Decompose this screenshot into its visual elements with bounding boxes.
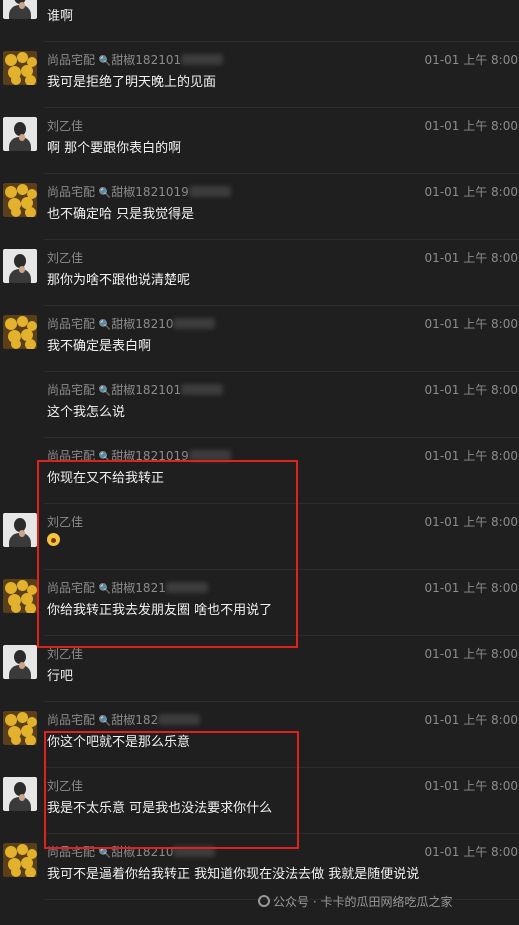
sender-label: 尚品宅配	[47, 53, 96, 67]
sender-name[interactable]: 尚品宅配 🔍甜椒18210	[47, 315, 216, 332]
flower-avatar[interactable]	[3, 315, 37, 349]
redacted-blur	[181, 384, 224, 395]
message-time: 01-01 上午 8:00	[424, 383, 518, 397]
sender-label: 刘乙佳	[47, 119, 84, 133]
redacted-blur	[173, 318, 216, 329]
redacted-blur	[158, 714, 201, 725]
person-avatar[interactable]	[3, 645, 37, 679]
sender-tag: 甜椒182	[111, 713, 159, 727]
message-text: 我可不是逼着你给我转正 我知道你现在没法去做 我就是随便说说	[47, 867, 420, 882]
message-time: 01-01 上午 8:00	[424, 845, 518, 859]
message-text: 谁啊	[47, 9, 74, 24]
person-avatar[interactable]	[3, 513, 37, 547]
message-time: 01-01 上午 8:00	[424, 185, 518, 199]
message-time: 01-01 上午 8:00	[424, 119, 518, 133]
sender-name[interactable]: 尚品宅配 🔍甜椒182101	[47, 381, 224, 398]
message-row[interactable]: 刘乙佳 01-01 上午 8:00 那你为啥不跟他说清楚呢	[0, 240, 519, 306]
redacted-blur	[181, 54, 224, 65]
sender-name[interactable]: 尚品宅配 🔍甜椒1821019	[47, 183, 231, 200]
message-text: 我不确定是表白啊	[47, 339, 152, 354]
sender-label: 尚品宅配	[47, 713, 96, 727]
message-time: 01-01 上午 8:00	[424, 647, 518, 661]
sender-label: 尚品宅配	[47, 317, 96, 331]
sender-label: 刘乙佳	[47, 0, 83, 1]
flower-avatar[interactable]	[3, 183, 37, 217]
sender-name[interactable]: 尚品宅配 🔍甜椒182101	[47, 51, 224, 68]
message-row[interactable]: 尚品宅配 🔍甜椒182101 01-01 上午 8:00 这个我怎么说	[0, 372, 519, 438]
message-row[interactable]: 尚品宅配 🔍甜椒1821019 01-01 上午 8:00 也不确定哈 只是我觉得是	[0, 174, 519, 240]
message-time: 01-01 上午 8:00	[424, 317, 518, 331]
message-time: 01-01 上午 8:00	[424, 779, 518, 793]
message-time: 01-01 上午 8:00	[424, 515, 518, 529]
message-text: 行吧	[47, 669, 74, 684]
message-time: 01-01 上午 8:00	[424, 581, 518, 595]
message-time: 01-01 上午 8:00	[424, 449, 518, 463]
flower-avatar[interactable]	[3, 579, 37, 613]
person-avatar[interactable]	[3, 117, 37, 151]
sender-name[interactable]: 尚品宅配 🔍甜椒182	[47, 711, 201, 728]
sender-name[interactable]: 刘乙佳	[47, 117, 83, 134]
sender-name[interactable]: 刘乙佳	[47, 249, 83, 266]
magnifier-icon: 🔍	[98, 188, 112, 199]
highlight-box-2	[44, 731, 299, 849]
magnifier-icon: 🔍	[98, 386, 112, 397]
flower-avatar[interactable]	[3, 51, 37, 85]
person-avatar[interactable]	[3, 249, 37, 283]
message-time: 01-01 上午 8:00	[425, 0, 518, 2]
sender-label: 刘乙佳	[47, 647, 84, 661]
wechat-icon	[258, 895, 270, 907]
message-time: 01-01 上午 8:00	[424, 53, 518, 67]
message-time: 01-01 上午 8:00	[424, 713, 518, 727]
message-text: 啊 那个要跟你表白的啊	[47, 141, 182, 156]
message-text: 那你为啥不跟他说清楚呢	[47, 273, 191, 288]
magnifier-icon: 🔍	[98, 848, 112, 859]
message-time: 01-01 上午 8:00	[424, 251, 518, 265]
message-row[interactable]: 刘乙佳 01-01 上午 8:00 啊 那个要跟你表白的啊	[0, 108, 519, 174]
message-text: 我可是拒绝了明天晚上的见面	[47, 75, 217, 90]
magnifier-icon: 🔍	[98, 320, 112, 331]
watermark-text: 公众号 · 卡卡的瓜田网络吃瓜之家	[273, 895, 453, 909]
message-row[interactable]: 尚品宅配 🔍甜椒182101 01-01 上午 8:00 我可是拒绝了明天晚上的见面	[0, 42, 519, 108]
sender-name[interactable]: 刘乙佳	[47, 0, 83, 2]
highlight-box-1	[37, 460, 298, 648]
flower-avatar[interactable]	[3, 843, 37, 877]
sender-tag: 甜椒1821019	[111, 185, 189, 199]
magnifier-icon: 🔍	[98, 716, 112, 727]
watermark: 公众号 · 卡卡的瓜田网络吃瓜之家	[258, 893, 452, 910]
message-text: 这个我怎么说	[47, 405, 126, 420]
redacted-blur	[188, 186, 231, 197]
sender-tag: 甜椒182101	[111, 53, 182, 67]
message-row[interactable]: 刘乙佳 01-01 上午 8:00 谁啊	[0, 0, 519, 42]
person-avatar[interactable]	[3, 0, 37, 19]
sender-label: 刘乙佳	[47, 251, 84, 265]
flower-avatar[interactable]	[3, 711, 37, 745]
sender-label: 尚品宅配	[47, 383, 96, 397]
message-row[interactable]: 尚品宅配 🔍甜椒18210 01-01 上午 8:00 我不确定是表白啊	[0, 306, 519, 372]
sender-tag: 甜椒182101	[111, 383, 182, 397]
sender-label: 尚品宅配	[47, 185, 96, 199]
magnifier-icon: 🔍	[98, 56, 112, 67]
sender-tag: 甜椒18210	[111, 317, 174, 331]
person-avatar[interactable]	[3, 777, 37, 811]
message-text: 也不确定哈 只是我觉得是	[47, 207, 195, 222]
